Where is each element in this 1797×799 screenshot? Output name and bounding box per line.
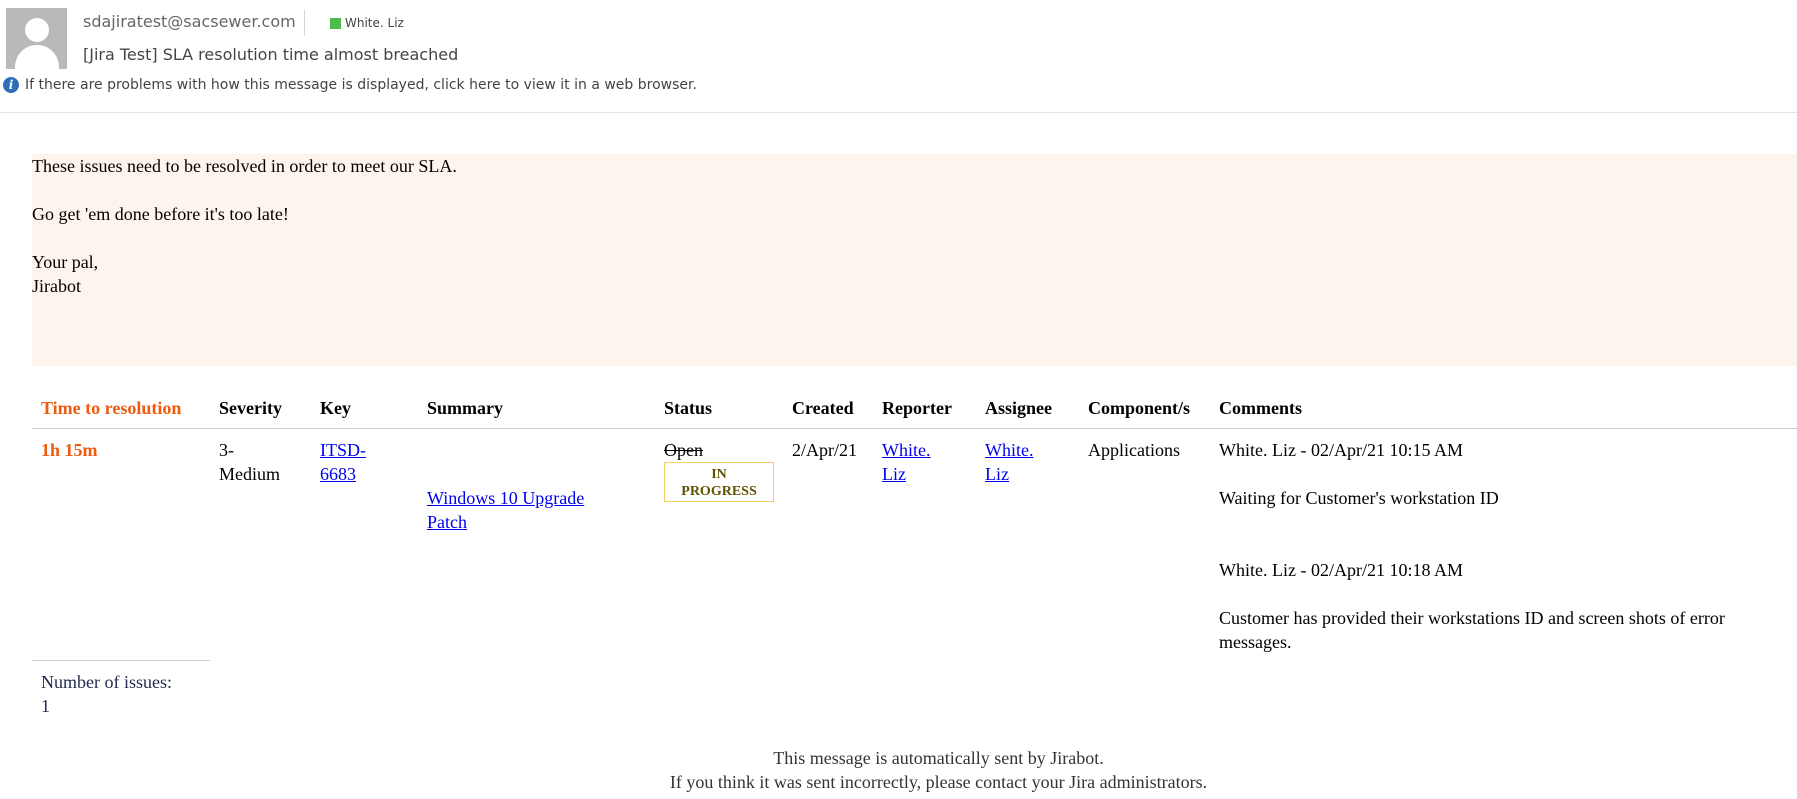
status-lozenge-line: PROGRESS bbox=[681, 484, 757, 499]
comments-cell: White. Liz - 02/Apr/21 10:15 AM Waiting … bbox=[1219, 438, 1789, 654]
signature-name: Jirabot bbox=[32, 276, 81, 296]
info-bar-text[interactable]: If there are problems with how this mess… bbox=[25, 77, 697, 93]
created-value: 2/Apr/21 bbox=[792, 440, 857, 460]
issue-key-cell: ITSD- 6683 bbox=[320, 438, 366, 486]
signoff-line: Your pal, bbox=[32, 252, 99, 272]
intro-line: Go get 'em done before it's too late! bbox=[32, 204, 289, 224]
comment-body: Waiting for Customer's workstation ID bbox=[1219, 488, 1499, 508]
issue-count-value: 1 bbox=[41, 696, 50, 716]
intro-line: These issues need to be resolved in orde… bbox=[32, 156, 457, 176]
email-header: sdajiratest@sacsewer.com White. Liz [Jir… bbox=[0, 0, 1797, 113]
col-header-severity: Severity bbox=[219, 398, 282, 418]
col-header-key: Key bbox=[320, 398, 351, 418]
severity-line: Medium bbox=[219, 464, 280, 484]
col-header-assignee: Assignee bbox=[985, 398, 1052, 418]
category-label: White. Liz bbox=[345, 16, 404, 30]
header-divider-line bbox=[32, 428, 1797, 429]
sender-address[interactable]: sdajiratest@sacsewer.com bbox=[83, 12, 296, 31]
footer-line: This message is automatically sent by Ji… bbox=[773, 748, 1104, 768]
footer-line: If you think it was sent incorrectly, pl… bbox=[669, 772, 1208, 792]
status-cell: Open IN PROGRESS bbox=[664, 438, 774, 502]
intro-banner: These issues need to be resolved in orde… bbox=[32, 154, 1797, 366]
issue-count-label: Number of issues: bbox=[41, 672, 172, 692]
col-header-components: Component/s bbox=[1088, 398, 1191, 418]
info-bar[interactable]: i If there are problems with how this me… bbox=[3, 77, 697, 93]
category-color-icon bbox=[330, 17, 341, 29]
status-lozenge: IN PROGRESS bbox=[664, 462, 774, 502]
comment-author: White. Liz - 02/Apr/21 10:18 AM bbox=[1219, 560, 1463, 580]
avatar-body bbox=[15, 45, 59, 69]
summary-link[interactable]: Windows 10 Upgrade Patch bbox=[427, 488, 584, 532]
comment-body: messages. bbox=[1219, 632, 1292, 652]
avatar-head bbox=[25, 18, 49, 42]
reporter-cell: White. Liz bbox=[882, 438, 930, 486]
severity-value: 3- Medium bbox=[219, 438, 280, 486]
sender-avatar[interactable] bbox=[6, 8, 67, 69]
severity-line: 3- bbox=[219, 440, 234, 460]
col-header-summary: Summary bbox=[427, 398, 503, 418]
assignee-cell: White. Liz bbox=[985, 438, 1033, 486]
count-divider bbox=[32, 660, 210, 661]
assignee-link[interactable]: White. Liz bbox=[985, 440, 1033, 484]
col-header-reporter: Reporter bbox=[882, 398, 952, 418]
comment-author: White. Liz - 02/Apr/21 10:15 AM bbox=[1219, 440, 1463, 460]
issue-count: Number of issues: 1 bbox=[41, 670, 172, 718]
col-header-time-to-resolution: Time to resolution bbox=[41, 398, 182, 418]
email-footer: This message is automatically sent by Ji… bbox=[0, 746, 1797, 794]
reporter-link[interactable]: White. Liz bbox=[882, 440, 930, 484]
col-header-status: Status bbox=[664, 398, 713, 418]
header-divider bbox=[304, 10, 305, 36]
email-subject: [Jira Test] SLA resolution time almost b… bbox=[83, 45, 459, 64]
time-to-resolution-value: 1h 15m bbox=[41, 440, 98, 460]
category-tag[interactable]: White. Liz bbox=[330, 16, 404, 30]
summary-cell: Windows 10 Upgrade Patch bbox=[427, 486, 584, 534]
issue-key-link[interactable]: ITSD- 6683 bbox=[320, 440, 366, 484]
comment-body: Customer has provided their workstations… bbox=[1219, 608, 1725, 628]
info-icon: i bbox=[3, 77, 19, 93]
status-lozenge-line: IN bbox=[711, 467, 727, 482]
old-status: Open bbox=[664, 440, 703, 460]
component-value: Applications bbox=[1088, 440, 1180, 460]
col-header-comments: Comments bbox=[1219, 398, 1302, 418]
col-header-created: Created bbox=[792, 398, 854, 418]
